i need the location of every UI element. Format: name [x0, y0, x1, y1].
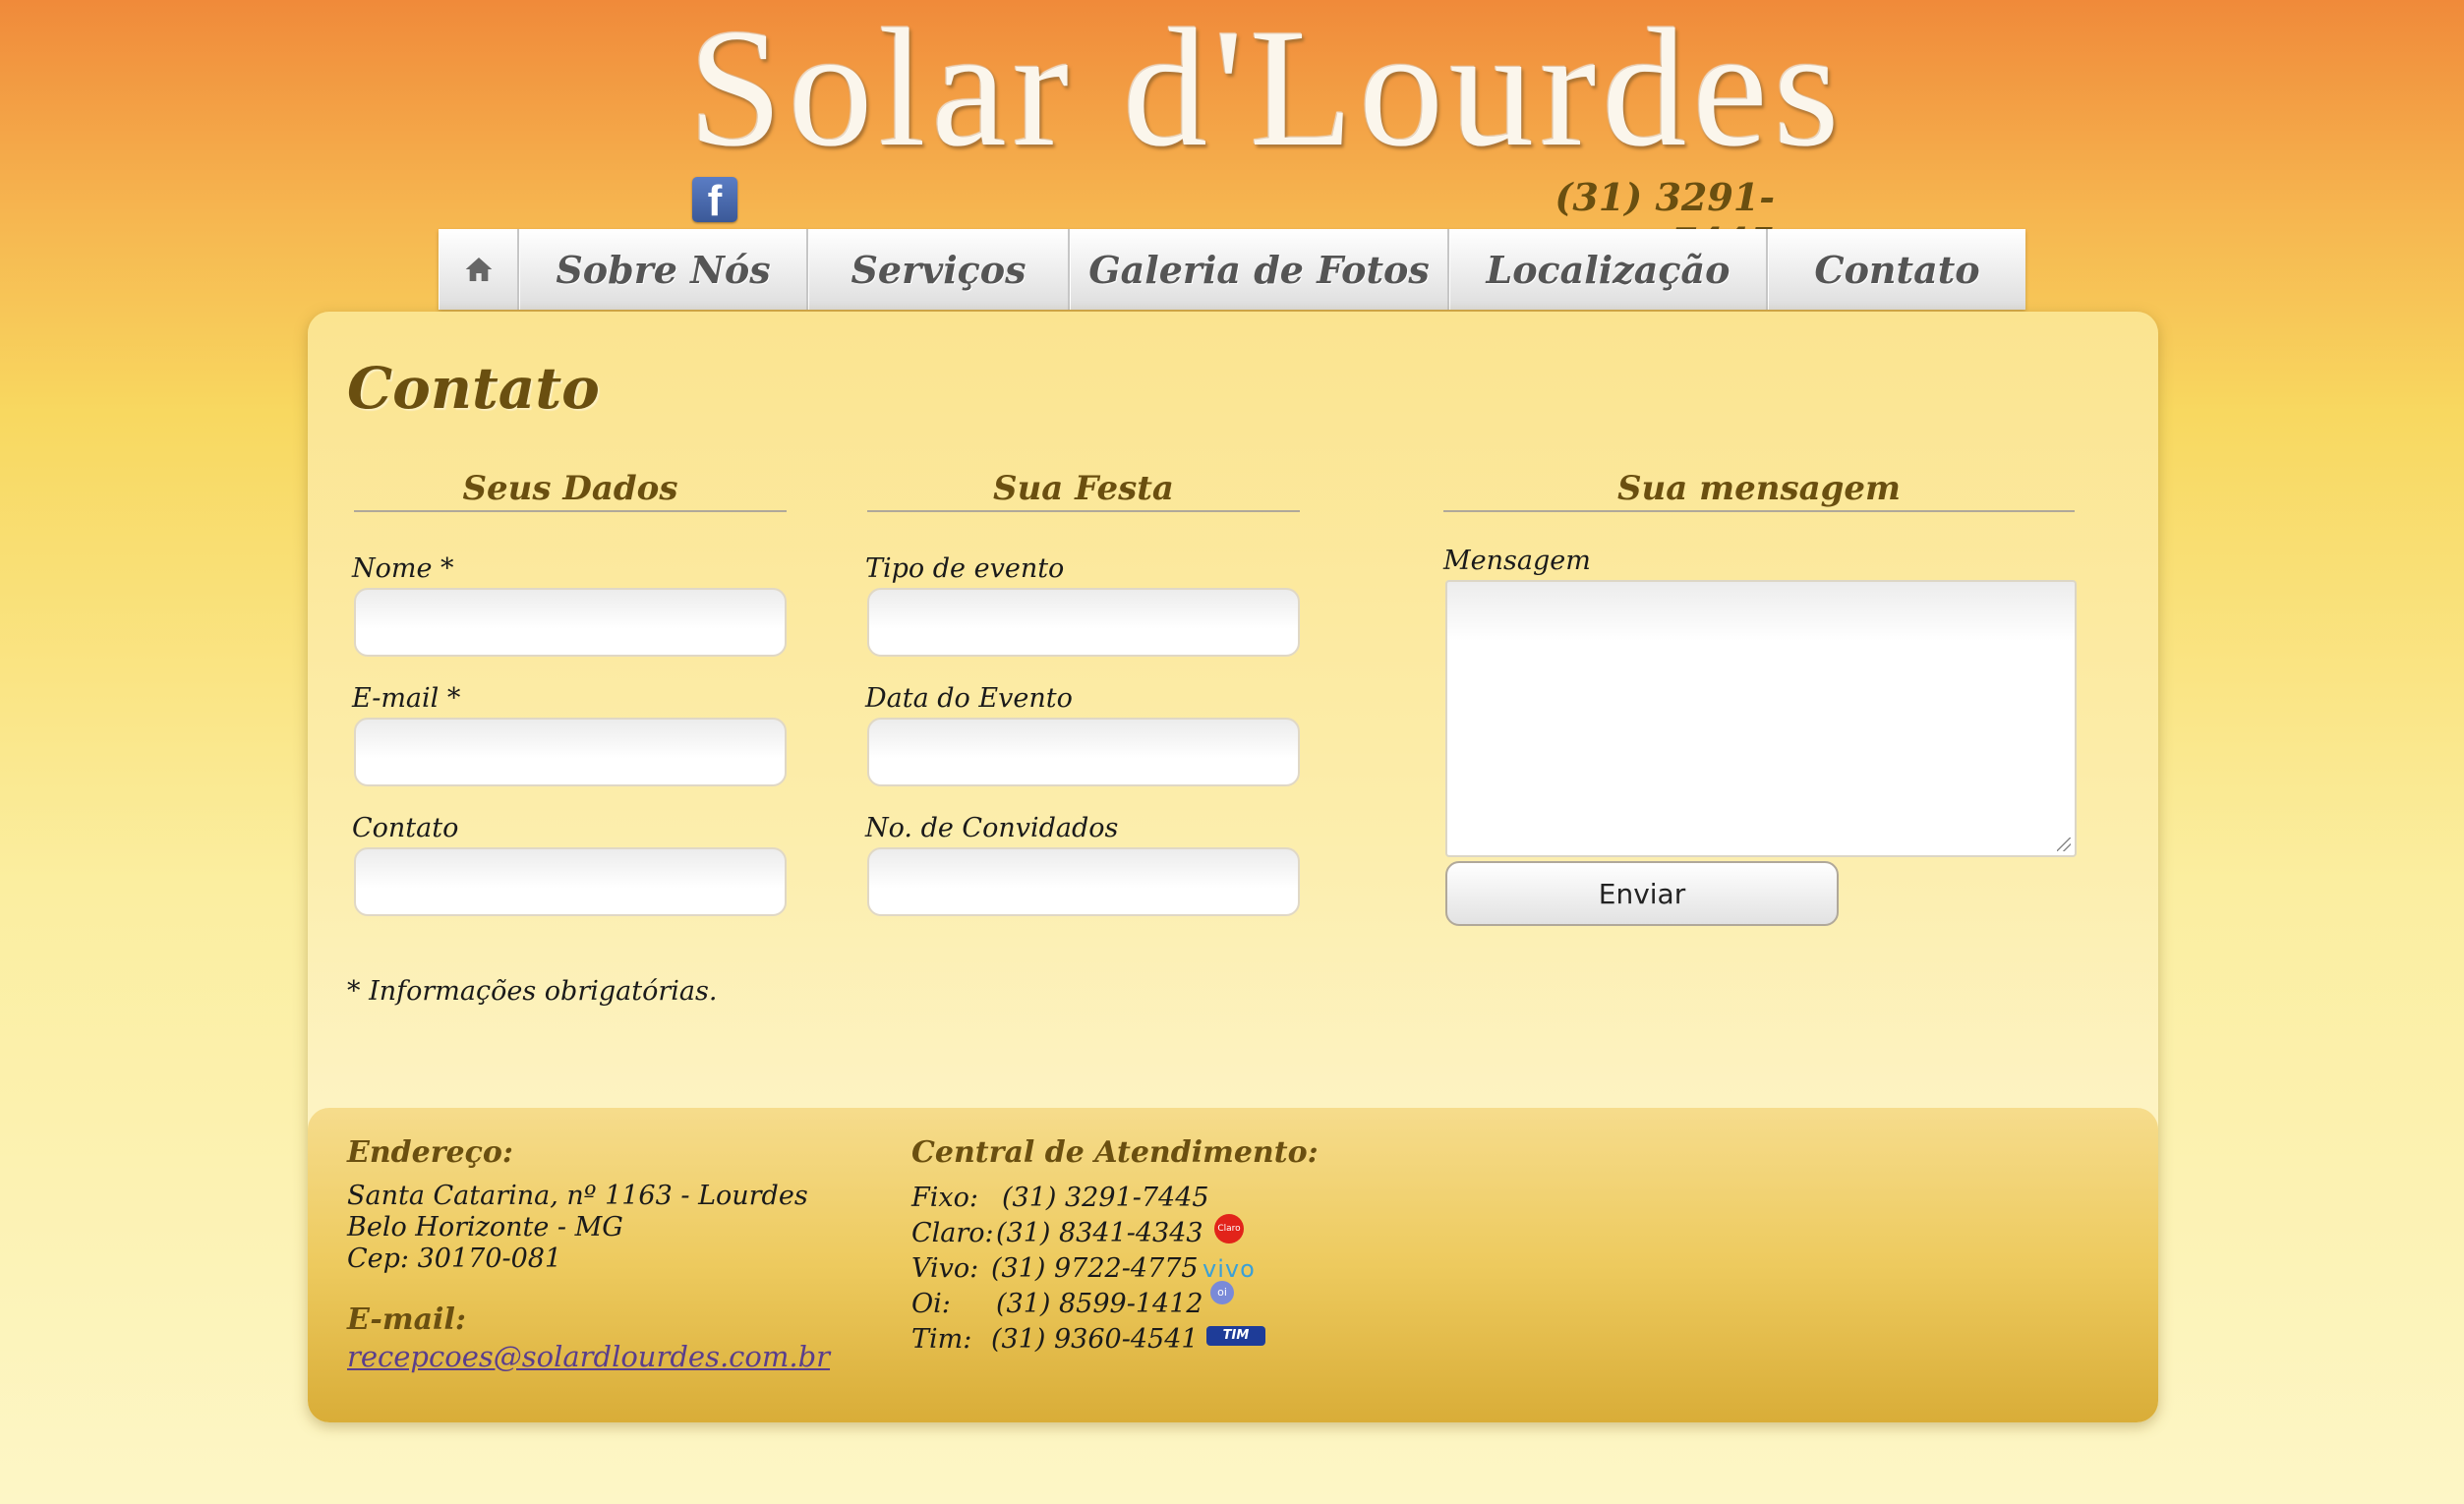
content-panel: Contato Seus Dados Nome * E-mail * Conta…: [308, 312, 2158, 1422]
address-heading: Endereço:: [347, 1135, 513, 1170]
section-title-sua-festa: Sua Festa: [867, 469, 1300, 512]
home-icon: [465, 258, 492, 281]
tipo-evento-input[interactable]: [867, 588, 1300, 657]
address-line-3: Cep: 30170-081: [347, 1244, 562, 1274]
nav-servicos[interactable]: Serviços: [808, 229, 1070, 310]
enviar-button[interactable]: Enviar: [1445, 861, 1839, 926]
phone-number-oi: (31) 8599-1412: [996, 1289, 1203, 1319]
phone-label-fixo: Fixo:: [911, 1183, 978, 1213]
label-nome: Nome *: [352, 553, 454, 584]
label-contato: Contato: [352, 813, 459, 843]
data-evento-input[interactable]: [867, 718, 1300, 786]
tim-logo: TIM: [1206, 1326, 1265, 1346]
section-title-seus-dados: Seus Dados: [354, 469, 787, 512]
oi-logo: oi: [1210, 1281, 1234, 1304]
email-heading: E-mail:: [347, 1302, 466, 1337]
address-line-1: Santa Catarina, nº 1163 - Lourdes: [347, 1181, 808, 1211]
address-line-2: Belo Horizonte - MG: [347, 1212, 623, 1243]
nav-home[interactable]: [439, 229, 519, 310]
phone-number-tim: (31) 9360-4541: [991, 1324, 1199, 1355]
label-convidados: No. de Convidados: [865, 813, 1119, 843]
page-title: Contato: [347, 355, 600, 422]
phone-label-claro: Claro:: [911, 1218, 994, 1248]
phone-number-fixo: (31) 3291-7445: [1002, 1183, 1209, 1213]
phone-label-vivo: Vivo:: [911, 1253, 979, 1284]
section-title-sua-mensagem: Sua mensagem: [1443, 469, 2075, 512]
contato-input[interactable]: [354, 847, 787, 916]
nav-contato[interactable]: Contato: [1768, 229, 2025, 310]
email-link[interactable]: recepcoes@solardlourdes.com.br: [347, 1340, 830, 1373]
nav-localizacao[interactable]: Localização: [1449, 229, 1768, 310]
nav-sobre-nos[interactable]: Sobre Nós: [519, 229, 808, 310]
vivo-logo: vivo: [1203, 1255, 1256, 1283]
mensagem-textarea[interactable]: [1445, 580, 2077, 857]
nome-input[interactable]: [354, 588, 787, 657]
email-input[interactable]: [354, 718, 787, 786]
label-mensagem: Mensagem: [1443, 546, 1591, 576]
nav-galeria-de-fotos[interactable]: Galeria de Fotos: [1070, 229, 1449, 310]
site-logo[interactable]: Solar d'Lourdes: [688, 0, 1840, 177]
footer: Endereço: Santa Catarina, nº 1163 - Lour…: [308, 1108, 2158, 1422]
main-nav: Sobre Nós Serviços Galeria de Fotos Loca…: [439, 229, 2025, 310]
label-tipo-evento: Tipo de evento: [865, 553, 1065, 584]
phone-label-oi: Oi:: [911, 1289, 951, 1319]
claro-logo: Claro: [1214, 1214, 1244, 1244]
resize-grip-icon[interactable]: [2057, 838, 2071, 851]
phone-number-vivo: (31) 9722-4775: [991, 1253, 1199, 1284]
convidados-input[interactable]: [867, 847, 1300, 916]
required-note: * Informações obrigatórias.: [347, 976, 718, 1007]
phone-label-tim: Tim:: [911, 1324, 972, 1355]
facebook-icon[interactable]: f: [692, 177, 737, 222]
label-email: E-mail *: [352, 683, 461, 714]
phone-number-claro: (31) 8341-4343: [996, 1218, 1203, 1248]
central-heading: Central de Atendimento:: [911, 1135, 1319, 1170]
label-data-evento: Data do Evento: [865, 683, 1073, 714]
